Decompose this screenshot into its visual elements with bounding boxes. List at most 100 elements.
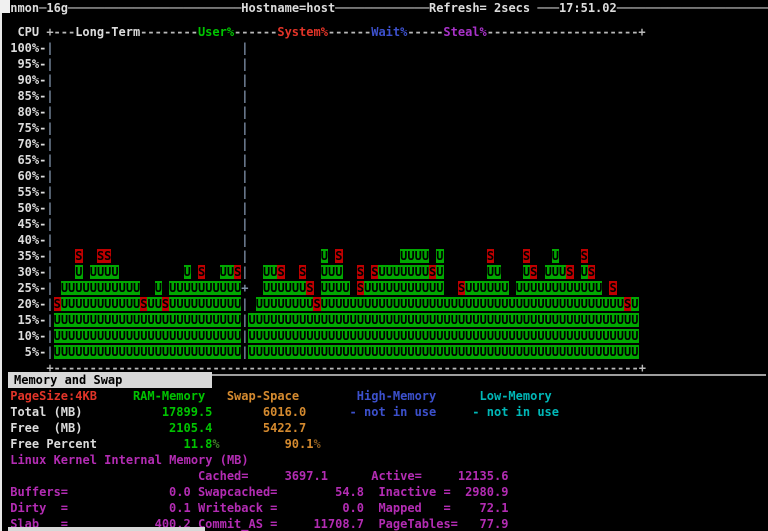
total-row-seg-2: 6016.0: [263, 404, 306, 420]
y-axis-label-55pct: 55%-: [17, 184, 46, 200]
cpu-header-segment-7: ------: [328, 24, 371, 40]
y-axis-label-65pct: 65%-: [17, 152, 46, 168]
y-axis-label-60pct: 60%-: [17, 168, 46, 184]
chart-left-border: |: [46, 56, 53, 72]
cpu-header-segment-8: Wait%: [371, 24, 407, 40]
cpu-user-cell: U: [234, 281, 241, 295]
chart-cursor-line: |: [241, 344, 248, 360]
cpu-system-cell: S: [306, 281, 313, 295]
cpu-system-cell: S: [609, 281, 616, 295]
free-percent-row-seg-4: %: [313, 436, 320, 452]
cpu-user-cell: U: [234, 297, 241, 311]
y-axis-label-80pct: 80%-: [17, 104, 46, 120]
kernel-row-cached-seg-2: Active=: [371, 468, 422, 484]
chart-left-border: |: [46, 168, 53, 184]
cpu-system-cell: S: [357, 265, 364, 279]
kernel-row-buffers-seg-0: Buffers=: [10, 484, 68, 500]
chart-left-border: |: [46, 200, 53, 216]
chart-cursor-line: |: [241, 136, 248, 152]
kernel-row-slab-seg-4: PageTables=: [378, 516, 457, 531]
chart-cursor-line: |: [241, 72, 248, 88]
kernel-row-dirty-seg-4: Mapped =: [378, 500, 450, 516]
kernel-row-dirty-seg-0: Dirty =: [10, 500, 68, 516]
cpu-system-cell: S: [581, 249, 588, 263]
cpu-header-segment-1: +---: [46, 24, 75, 40]
cpu-system-cell: S: [277, 265, 284, 279]
cpu-header-segment-11: ---------------------: [487, 24, 639, 40]
cpu-user-cell: U: [631, 329, 638, 343]
chart-cursor-line: |: [241, 184, 248, 200]
next-section-header-partial: [8, 527, 205, 531]
cpu-user-cell: U: [234, 313, 241, 327]
chart-cursor-line: |: [241, 312, 248, 328]
cpu-header-segment-9: -----: [407, 24, 443, 40]
chart-left-border: |: [46, 136, 53, 152]
y-axis-label-100pct: 100%-: [10, 40, 46, 56]
chart-cursor-line: |: [241, 88, 248, 104]
y-axis-label-45pct: 45%-: [17, 216, 46, 232]
free-percent-row-seg-3: 90.1: [285, 436, 314, 452]
y-axis-label-35pct: 35%-: [17, 248, 46, 264]
chart-cursor-line: |: [241, 232, 248, 248]
pagesize-row-seg-1: RAM-Memory: [133, 388, 205, 404]
cpu-user-cell: U: [436, 265, 443, 279]
chart-cursor-line: |: [241, 40, 248, 56]
chart-cursor-line: |: [241, 328, 248, 344]
chart-cursor-line: |: [241, 264, 248, 280]
cpu-system-cell: S: [198, 265, 205, 279]
kernel-row-dirty-seg-5: 72.1: [480, 500, 509, 516]
y-axis-label-15pct: 15%-: [17, 312, 46, 328]
chart-cursor-line: |: [241, 104, 248, 120]
y-axis-label-50pct: 50%-: [17, 200, 46, 216]
y-axis-label-85pct: 85%-: [17, 88, 46, 104]
cpu-system-cell: S: [523, 249, 530, 263]
cpu-header-segment-4: User%: [198, 24, 234, 40]
cpu-system-cell: S: [487, 249, 494, 263]
chart-left-border: |: [46, 312, 53, 328]
cpu-system-cell: S: [566, 265, 573, 279]
total-row-seg-1: 17899.5: [162, 404, 213, 420]
cpu-user-cell: U: [422, 249, 429, 263]
y-axis-label-75pct: 75%-: [17, 120, 46, 136]
kernel-row-dirty-seg-1: 0.1: [169, 500, 191, 516]
chart-left-border: |: [46, 232, 53, 248]
cpu-user-cell: U: [501, 281, 508, 295]
cpu-user-cell: U: [234, 329, 241, 343]
kernel-row-buffers-seg-5: 2980.9: [465, 484, 508, 500]
y-axis-label-10pct: 10%-: [17, 328, 46, 344]
y-axis-label-25pct: 25%-: [17, 280, 46, 296]
cpu-user-cell: U: [595, 281, 602, 295]
nmon-terminal: nmon─16g────────────────────────Hostname…: [0, 0, 768, 531]
chart-left-border: |: [46, 264, 53, 280]
chart-cursor-line: |: [241, 200, 248, 216]
cpu-user-cell: U: [155, 281, 162, 295]
total-row-seg-0: Total (MB): [10, 404, 82, 420]
chart-left-border: |: [46, 152, 53, 168]
y-axis-label-5pct: 5%-: [25, 344, 47, 360]
kernel-row-dirty-seg-2: Writeback =: [198, 500, 277, 516]
cpu-user-cell: U: [111, 265, 118, 279]
cpu-user-cell: U: [494, 265, 501, 279]
free-row-seg-2: 5422.7: [263, 420, 306, 436]
kernel-row-buffers-seg-2: Swapcached=: [198, 484, 277, 500]
kernel-row-buffers-seg-4: Inactive =: [378, 484, 450, 500]
cpu-system-cell: S: [75, 249, 82, 263]
cpu-user-cell: U: [75, 265, 82, 279]
free-percent-row-seg-0: Free Percent: [10, 436, 97, 452]
total-row-seg-4: - not in use: [472, 404, 559, 420]
chart-cursor-line: |: [241, 168, 248, 184]
kernel-row-slab-seg-5: 77.9: [480, 516, 509, 531]
chart-cursor-plus: +: [241, 280, 248, 296]
chart-cursor-line: |: [241, 56, 248, 72]
y-axis-label-90pct: 90%-: [17, 72, 46, 88]
cpu-user-cell: U: [234, 345, 241, 359]
cpu-user-cell: U: [335, 265, 342, 279]
free-row-seg-1: 2105.4: [169, 420, 212, 436]
cpu-header-segment-5: ------: [234, 24, 277, 40]
y-axis-label-30pct: 30%-: [17, 264, 46, 280]
kernel-row-slab-seg-3: 11708.7: [313, 516, 364, 531]
cpu-user-cell: U: [552, 249, 559, 263]
chart-left-border: |: [46, 104, 53, 120]
memory-section-header: Memory and Swap: [8, 372, 212, 388]
kernel-row-cached-seg-3: 12135.6: [458, 468, 509, 484]
